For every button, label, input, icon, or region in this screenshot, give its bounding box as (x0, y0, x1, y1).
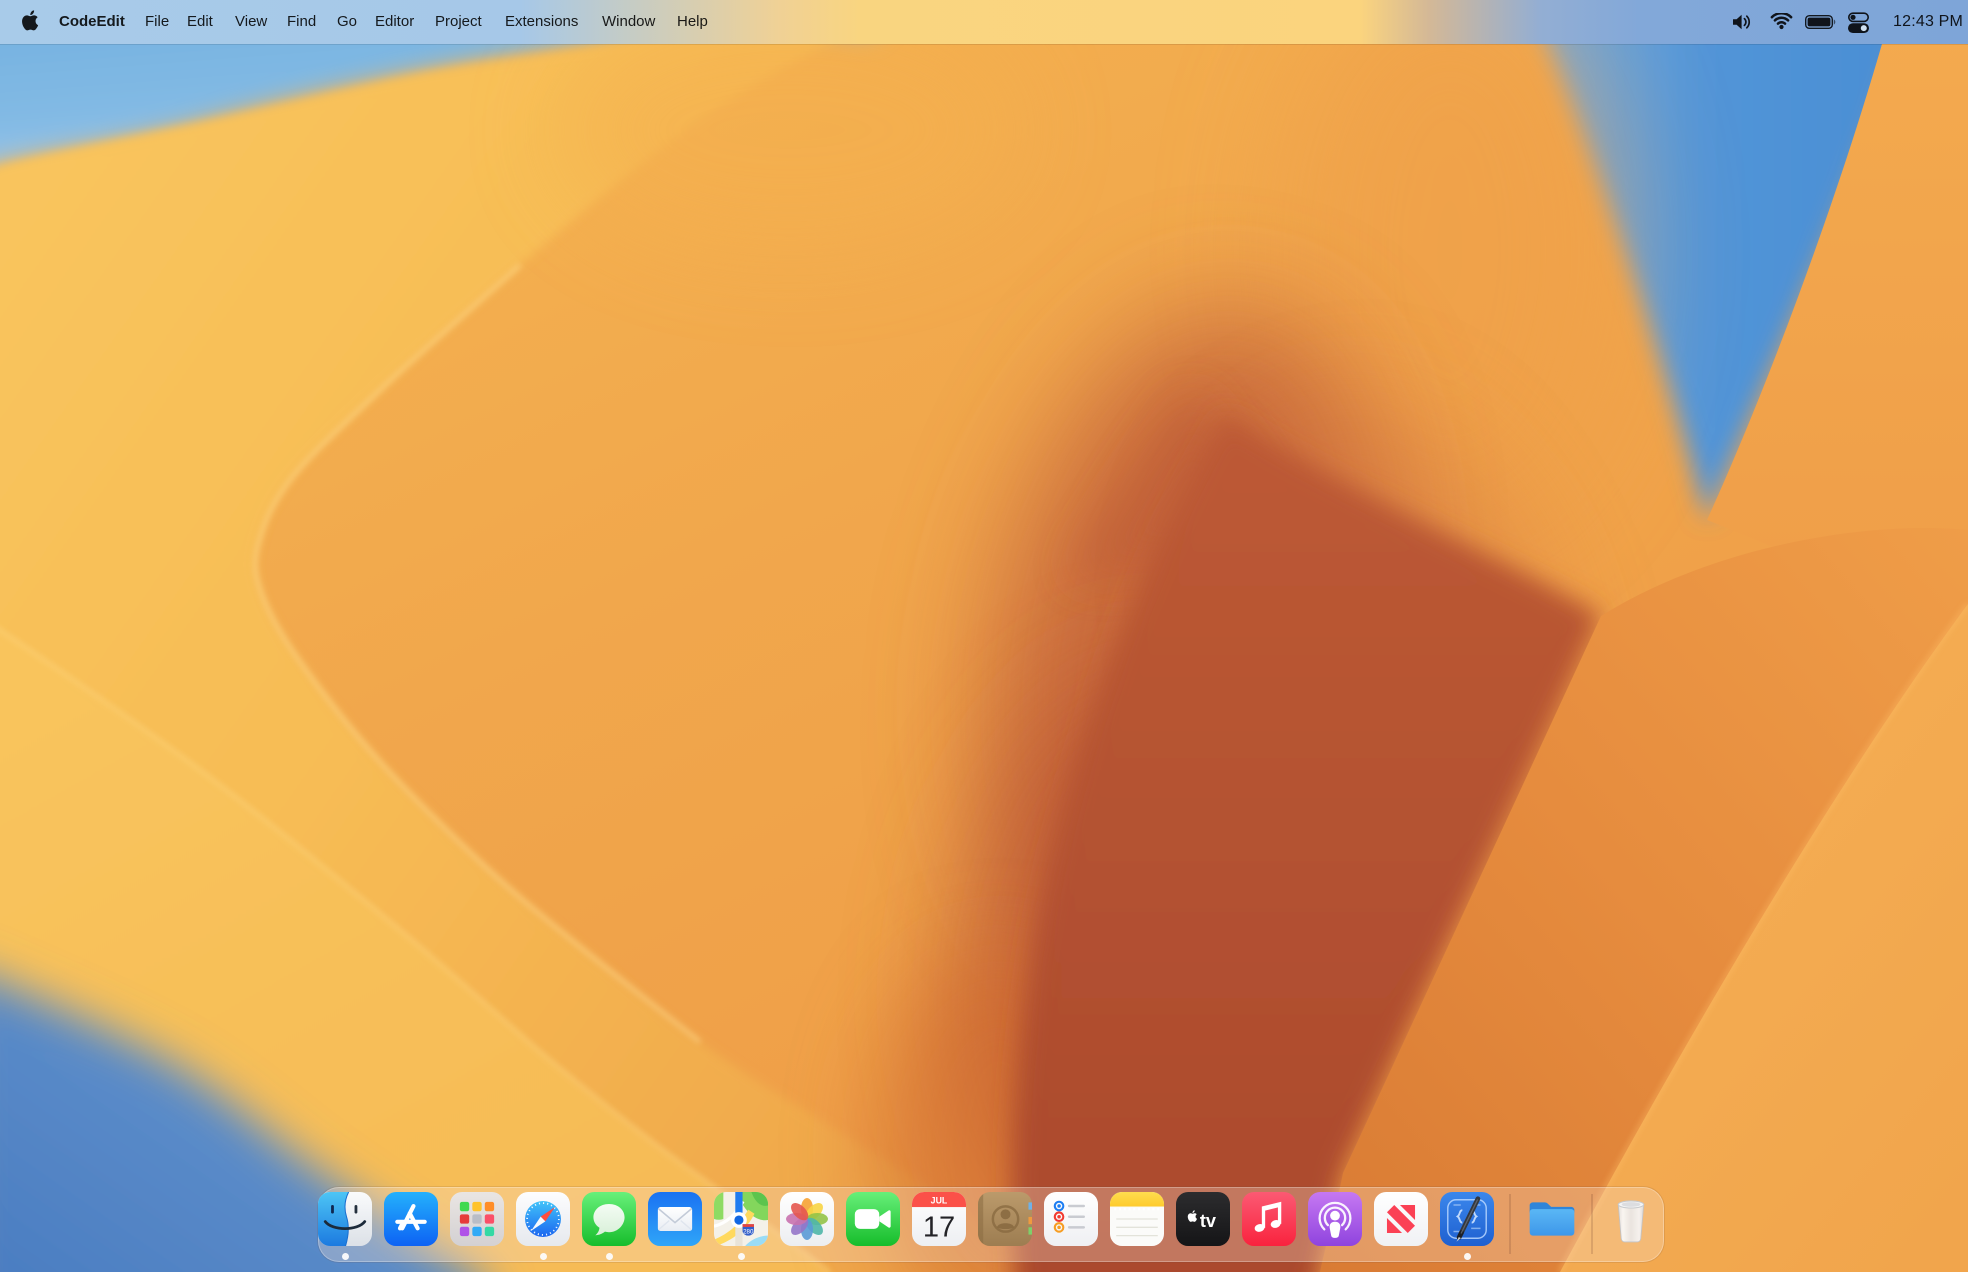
svg-text:tv: tv (1200, 1211, 1217, 1231)
svg-text:JUL: JUL (931, 1195, 948, 1205)
svg-text:280: 280 (743, 1229, 754, 1236)
svg-text:17: 17 (923, 1212, 955, 1244)
